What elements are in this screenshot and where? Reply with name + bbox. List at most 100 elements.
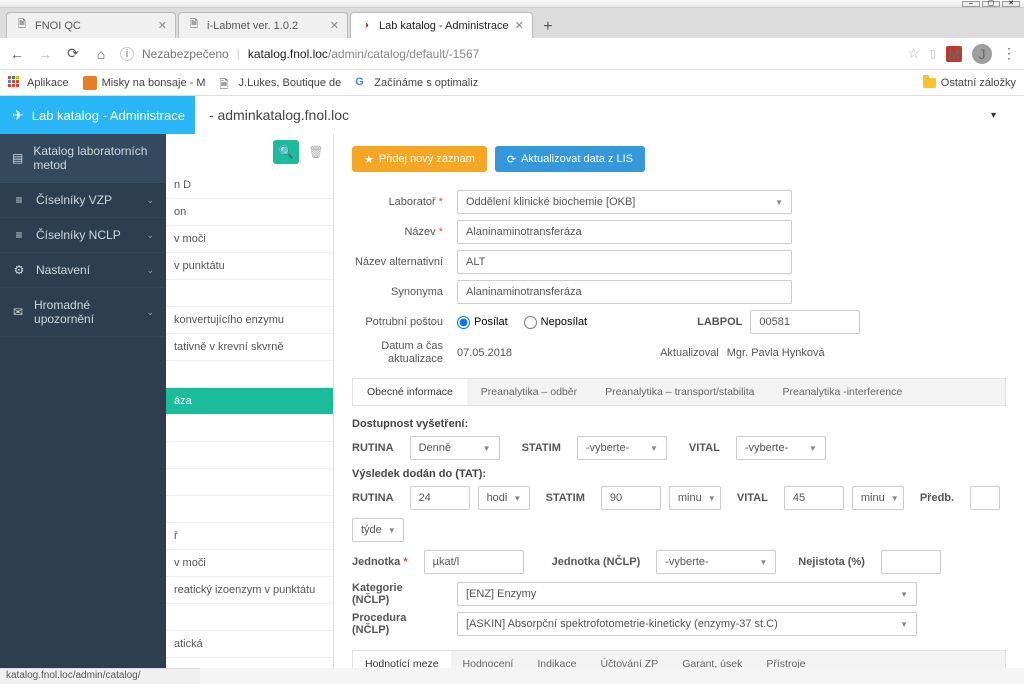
search-button[interactable]: 🔍 [273, 140, 299, 164]
info-icon[interactable]: i [120, 47, 134, 61]
sidebar-item[interactable]: ✉Hromadné upozornění⌄ [0, 288, 166, 337]
syn-input[interactable] [457, 280, 792, 304]
close-icon[interactable]: ✕ [515, 19, 524, 32]
date-value: 07.05.2018 [457, 347, 512, 359]
vital-tat-unit[interactable]: minu▼ [852, 486, 904, 510]
post-send-radio[interactable]: Posílat [457, 316, 508, 329]
name-input[interactable] [457, 220, 792, 244]
tab[interactable]: Hodnocení [451, 651, 526, 668]
uncertainty-input[interactable] [881, 550, 941, 574]
forward-button[interactable]: → [36, 46, 54, 62]
post-nosend-radio[interactable]: Neposílat [524, 316, 587, 329]
bookmark-item[interactable]: Misky na bonsaje - M [83, 76, 206, 90]
statim-tat-input[interactable] [601, 486, 661, 510]
list-item[interactable] [166, 658, 333, 668]
chevron-down-icon: ⌄ [146, 265, 154, 276]
sidebar-item[interactable]: ▤Katalog laboratorních metod [0, 134, 166, 183]
list-item[interactable] [166, 280, 333, 307]
menu-icon[interactable]: ⋮ [1002, 45, 1016, 62]
caret-down-icon[interactable]: ▾ [991, 110, 996, 121]
list-item[interactable] [166, 442, 333, 469]
delete-button[interactable]: 🗑 [305, 140, 327, 164]
max-window[interactable]: ▢ [982, 1, 1000, 7]
browser-tab[interactable]: 🗎 FNOI QC ✕ [6, 12, 176, 38]
home-button[interactable]: ⌂ [92, 46, 110, 62]
chevron-down-icon: ▼ [900, 620, 908, 629]
new-tab-button[interactable]: + [535, 16, 561, 38]
browser-tab-active[interactable]: ◑ Lab katalog - Administrace ✕ [350, 12, 533, 38]
procedure-label: Procedura (NČLP) [352, 612, 457, 636]
lab-select[interactable]: Oddělení klinické biochemie [OKB]▼ [457, 190, 792, 214]
unit-input[interactable] [424, 550, 524, 574]
star-icon: ★ [364, 153, 374, 166]
altname-input[interactable] [457, 250, 792, 274]
list-item[interactable]: atická [166, 631, 333, 658]
list-item[interactable] [166, 496, 333, 523]
menu-icon: ≡ [12, 193, 26, 207]
rutina-select[interactable]: Denně▼ [410, 436, 500, 460]
tab[interactable]: Obecné informace [353, 379, 467, 405]
close-icon[interactable]: ✕ [330, 19, 339, 32]
url-field[interactable]: i Nezabezpečeno | katalog.fnol.loc/admin… [120, 47, 897, 61]
statim-tat-unit[interactable]: minu▼ [669, 486, 721, 510]
tab[interactable]: Preanalytika – odběr [467, 379, 591, 405]
close-window[interactable]: ✕ [1002, 1, 1020, 7]
reload-button[interactable]: ⟳ [64, 45, 82, 62]
list-item[interactable] [166, 604, 333, 631]
extension-m-icon[interactable]: M [946, 46, 962, 62]
sidebar-item[interactable]: ⚙Nastavení⌄ [0, 253, 166, 288]
sidebar-item[interactable]: ≡Číselníky VZP⌄ [0, 183, 166, 218]
profile-avatar[interactable]: J [972, 44, 992, 64]
predb-tat-unit[interactable]: týde▼ [352, 518, 404, 542]
list-item[interactable]: v moči [166, 226, 333, 253]
name-label: Název [352, 226, 457, 238]
list-item[interactable]: ř [166, 523, 333, 550]
tab[interactable]: Indikace [525, 651, 588, 668]
tab[interactable]: Preanalytika -interference [769, 379, 917, 405]
rutina-tat-unit[interactable]: hodi▼ [478, 486, 530, 510]
chevron-down-icon: ⌄ [146, 230, 154, 241]
statim-select[interactable]: -vyberte-▼ [577, 436, 667, 460]
list-item[interactable]: v punktátu [166, 253, 333, 280]
browser-tab[interactable]: 🗎 i-Labmet ver. 1.0.2 ✕ [178, 12, 348, 38]
unit-nclp-select[interactable]: -vyberte-▼ [656, 550, 776, 574]
app-subtitle: - adminkatalog.fnol.loc [209, 107, 349, 123]
bookmarks-bar: Aplikace Misky na bonsaje - M 🗎 J.Lukes,… [0, 70, 1024, 96]
back-button[interactable]: ← [8, 46, 26, 62]
sidebar-item[interactable]: ≡Číselníky NCLP⌄ [0, 218, 166, 253]
chevron-down-icon: ▼ [513, 494, 521, 503]
predb-tat-input[interactable] [970, 486, 1000, 510]
star-icon[interactable]: ☆ [907, 45, 920, 62]
add-record-button[interactable]: ★ Přidej nový záznam [352, 146, 487, 172]
list-item[interactable] [166, 415, 333, 442]
list-item[interactable]: áza [166, 388, 333, 415]
tab[interactable]: Garant, úsek [670, 651, 754, 668]
list-item[interactable] [166, 469, 333, 496]
vital-select[interactable]: -vyberte-▼ [736, 436, 826, 460]
labpol-input[interactable] [750, 310, 860, 334]
apps-button[interactable]: Aplikace [8, 76, 69, 90]
tab[interactable]: Hodnotící meze [353, 651, 451, 668]
ext-icon[interactable]: ▯ [930, 47, 936, 60]
sync-lis-button[interactable]: ⟳ Aktualizovat data z LIS [495, 146, 645, 172]
category-select[interactable]: [ENZ] Enzymy▼ [457, 582, 917, 606]
procedure-select[interactable]: [ASKIN] Absorpční spektrofotometrie-kine… [457, 612, 917, 636]
min-window[interactable]: – [962, 1, 980, 7]
close-icon[interactable]: ✕ [158, 19, 167, 32]
list-item[interactable]: reatický izoenzym v punktátu [166, 577, 333, 604]
list-item[interactable]: n D [166, 172, 333, 199]
list-item[interactable] [166, 361, 333, 388]
tab[interactable]: Preanalytika – transport/stabilita [591, 379, 768, 405]
tab[interactable]: Účtování ZP [588, 651, 670, 668]
other-bookmarks[interactable]: Ostatní záložky [923, 77, 1016, 89]
list-item[interactable]: on [166, 199, 333, 226]
list-item[interactable]: konvertujícího enzymu [166, 307, 333, 334]
list-item[interactable]: tativně v krevní skvrně [166, 334, 333, 361]
bookmark-item[interactable]: G Začínáme s optimaliz [355, 76, 478, 90]
list-item[interactable]: v moči [166, 550, 333, 577]
syn-label: Synonyma [352, 286, 457, 298]
tab[interactable]: Přístroje [754, 651, 817, 668]
vital-tat-input[interactable] [784, 486, 844, 510]
bookmark-item[interactable]: 🗎 J.Lukes, Boutique de [220, 76, 342, 90]
rutina-tat-input[interactable] [410, 486, 470, 510]
